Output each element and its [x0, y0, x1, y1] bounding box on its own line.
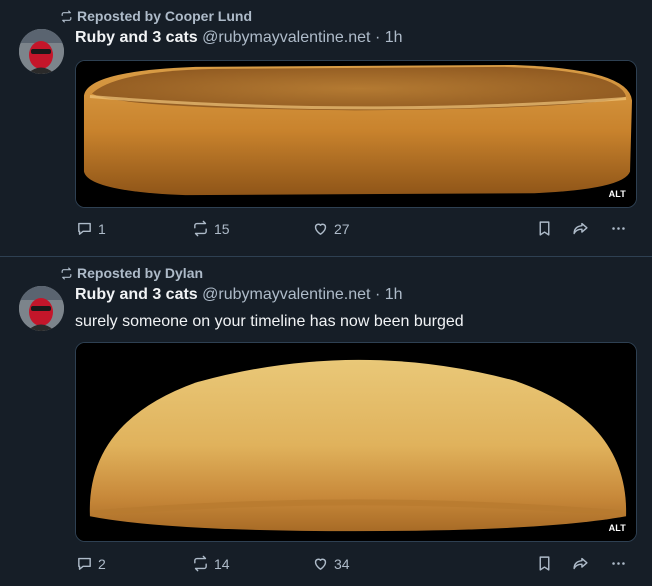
- like-icon: [314, 558, 327, 570]
- feed-post[interactable]: Reposted by Cooper Lund Ruby and 3 cats …: [0, 0, 652, 256]
- post-image[interactable]: ALT: [75, 342, 637, 542]
- feed-post[interactable]: Reposted by Dylan Ruby and 3 cats @rubym…: [0, 257, 652, 586]
- reply-icon: [78, 557, 91, 570]
- post-actions: 1 15 27: [75, 220, 635, 242]
- bookmark-icon: [539, 556, 550, 571]
- author-handle[interactable]: @rubymayvalentine.net: [202, 286, 370, 303]
- more-options-button[interactable]: [610, 555, 627, 572]
- author-handle[interactable]: @rubymayvalentine.net: [202, 29, 370, 46]
- reply-button[interactable]: 1: [76, 220, 106, 237]
- reply-count: 1: [98, 220, 106, 237]
- share-icon: [573, 222, 588, 235]
- repost-count: 14: [214, 555, 230, 572]
- share-button[interactable]: [572, 220, 589, 237]
- share-icon: [573, 557, 588, 570]
- bookmark-button[interactable]: [536, 555, 553, 572]
- author-name[interactable]: Ruby and 3 cats: [75, 286, 198, 303]
- bookmark-button[interactable]: [536, 220, 553, 237]
- separator-dot: ·: [374, 29, 381, 46]
- alt-badge[interactable]: ALT: [604, 521, 630, 535]
- like-button[interactable]: 27: [312, 220, 350, 237]
- repost-indicator[interactable]: Reposted by Cooper Lund: [60, 8, 252, 24]
- separator-dot: ·: [374, 286, 381, 303]
- repost-label: Reposted by Cooper Lund: [77, 8, 252, 24]
- post-time[interactable]: 1h: [385, 286, 403, 303]
- repost-icon: [61, 266, 72, 280]
- post-time[interactable]: 1h: [385, 29, 403, 46]
- avatar[interactable]: [19, 29, 64, 74]
- like-button[interactable]: 34: [312, 555, 350, 572]
- post-text: surely someone on your timeline has now …: [75, 313, 464, 330]
- repost-indicator[interactable]: Reposted by Dylan: [60, 265, 203, 281]
- like-count: 27: [334, 220, 350, 237]
- repost-button[interactable]: 15: [192, 220, 230, 237]
- more-icon: [612, 227, 625, 230]
- more-icon: [612, 562, 625, 565]
- reply-count: 2: [98, 555, 106, 572]
- post-actions: 2 14 34: [75, 555, 635, 577]
- share-button[interactable]: [572, 555, 589, 572]
- repost-icon: [61, 9, 72, 23]
- repost-icon: [194, 555, 207, 572]
- repost-label: Reposted by Dylan: [77, 265, 204, 281]
- reply-button[interactable]: 2: [76, 555, 106, 572]
- alt-badge[interactable]: ALT: [604, 187, 630, 201]
- author-name[interactable]: Ruby and 3 cats: [75, 29, 198, 46]
- bookmark-icon: [539, 221, 550, 236]
- like-icon: [314, 223, 327, 235]
- avatar[interactable]: [19, 286, 64, 331]
- more-options-button[interactable]: [610, 220, 627, 237]
- repost-icon: [194, 220, 207, 237]
- post-header: Ruby and 3 cats @rubymayvalentine.net · …: [75, 286, 403, 304]
- post-image[interactable]: ALT: [75, 60, 637, 208]
- like-count: 34: [334, 555, 350, 572]
- repost-button[interactable]: 14: [192, 555, 230, 572]
- repost-count: 15: [214, 220, 230, 237]
- reply-icon: [78, 222, 91, 235]
- post-header: Ruby and 3 cats @rubymayvalentine.net · …: [75, 29, 403, 47]
